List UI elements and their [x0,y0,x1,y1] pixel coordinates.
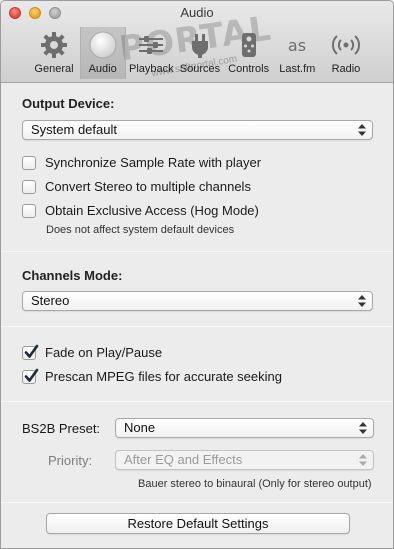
preferences-toolbar: General Audio Playback Sources Controls … [31,27,369,79]
divider [1,326,393,327]
tab-label: Controls [228,63,270,75]
priority-label: Priority: [48,453,93,468]
divider [1,401,393,402]
checkbox-label: Prescan MPEG files for accurate seeking [45,369,282,384]
tab-label: Radio [331,63,361,75]
popup-arrows-icon [359,454,367,466]
checkmark-icon [24,344,39,358]
channels-mode-value: Stereo [31,293,70,308]
sync-sample-rate-checkbox[interactable]: Synchronize Sample Rate with player [22,155,261,170]
channels-mode-title: Channels Mode: [22,268,123,283]
output-device-select[interactable]: System default [22,120,373,140]
checkbox-label: Obtain Exclusive Access (Hog Mode) [45,203,259,218]
popup-arrows-icon [359,422,367,434]
tab-label: Playback [128,63,174,75]
fade-play-pause-checkbox[interactable]: Fade on Play/Pause [22,344,163,360]
priority-select: After EQ and Effects [115,450,374,470]
convert-stereo-checkbox[interactable]: Convert Stereo to multiple channels [22,179,251,194]
plug-icon [184,29,216,61]
checkbox-label: Fade on Play/Pause [45,345,163,360]
checkbox-label: Convert Stereo to multiple channels [45,179,251,194]
tab-radio[interactable]: Radio [323,27,369,79]
divider [1,251,393,252]
tab-label: Last.fm [279,63,316,75]
channels-mode-select[interactable]: Stereo [22,291,373,311]
bs2b-preset-value: None [124,420,156,435]
output-device-value: System default [31,122,117,137]
bs2b-note: Bauer stereo to binaural (Only for stere… [138,478,372,490]
checkbox-box[interactable] [22,179,36,194]
tab-lastfm[interactable]: as Last.fm [274,27,320,79]
checkbox-label: Synchronize Sample Rate with player [45,155,262,170]
window-title: Audio [180,5,214,20]
hog-mode-checkbox[interactable]: Obtain Exclusive Access (Hog Mode) [22,203,259,218]
hog-mode-note: Does not affect system default devices [46,224,235,236]
prescan-mpeg-checkbox[interactable]: Prescan MPEG files for accurate seeking [22,368,282,384]
checkbox-box[interactable] [22,368,39,384]
checkbox-box[interactable] [22,344,39,360]
popup-arrows-icon [358,295,366,307]
bs2b-preset-label: BS2B Preset: [22,421,101,436]
lastfm-icon: as [281,29,313,61]
divider [1,502,393,503]
audio-sphere-icon [87,29,119,61]
bs2b-preset-select[interactable]: None [115,418,374,438]
priority-value: After EQ and Effects [124,452,243,467]
remote-control-icon [233,29,265,61]
tab-label: Sources [179,63,221,75]
tab-controls[interactable]: Controls [226,27,272,79]
tab-label: Audio [88,63,117,75]
restore-defaults-button[interactable]: Restore Default Settings [46,513,350,534]
checkmark-icon [24,368,39,382]
radio-waves-icon [330,29,362,61]
gear-icon [38,29,70,61]
svg-text:as: as [288,36,306,55]
checkbox-box[interactable] [22,155,36,170]
tab-general[interactable]: General [31,27,77,79]
checkbox-box[interactable] [22,203,36,218]
playback-sliders-icon [135,29,167,61]
output-device-title: Output Device: [22,96,115,111]
tab-label: General [34,63,74,75]
title-toolbar: Audio PORTAL www.softportal.com General … [1,1,393,83]
preferences-window: Audio PORTAL www.softportal.com General … [0,0,394,549]
tab-playback[interactable]: Playback [128,27,174,79]
tab-audio[interactable]: Audio [79,27,126,79]
popup-arrows-icon [358,124,366,136]
tab-sources[interactable]: Sources [177,27,223,79]
